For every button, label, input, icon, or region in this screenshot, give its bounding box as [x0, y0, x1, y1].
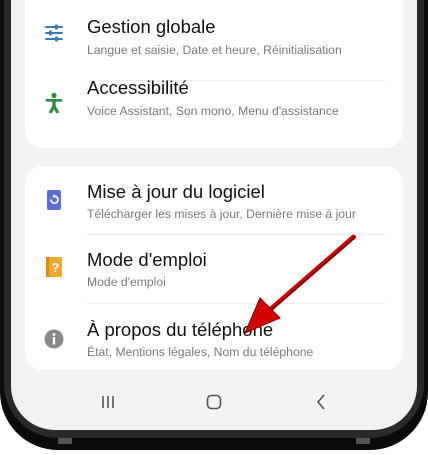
settings-item-title: Mise à jour du logiciel: [87, 181, 265, 202]
svg-text:?: ?: [52, 260, 60, 275]
phone-frame-notch: [356, 438, 370, 444]
settings-item-subtitle: Mode d'emploi: [87, 275, 166, 289]
software-update-icon: [43, 189, 65, 211]
settings-item-general-management[interactable]: Gestion globale Langue et saisie, Date e…: [25, 6, 403, 76]
settings-item-title: Gestion globale: [87, 16, 216, 37]
divider: [87, 303, 385, 304]
accessibility-person-icon: [43, 92, 65, 114]
phone-frame-notch: [58, 438, 72, 444]
settings-card-system: Mise à jour du logiciel Télécharger les …: [25, 166, 403, 370]
settings-screen: Gestion globale Langue et saisie, Date e…: [11, 0, 417, 430]
settings-item-subtitle: État, Mentions légales, Nom du téléphone: [87, 345, 314, 359]
sliders-icon: [43, 22, 65, 44]
recents-icon[interactable]: [93, 390, 123, 414]
settings-item-about-phone[interactable]: À propos du téléphone État, Mentions lég…: [25, 308, 403, 378]
divider: [87, 234, 385, 235]
settings-item-title: À propos du téléphone: [87, 319, 274, 340]
settings-card-general: Gestion globale Langue et saisie, Date e…: [25, 0, 403, 148]
navigation-bar: [11, 382, 417, 422]
settings-item-accessibility[interactable]: Accessibilité Voice Assistant, Son mono,…: [25, 74, 403, 144]
settings-item-subtitle: Voice Assistant, Son mono, Menu d'assist…: [87, 104, 339, 118]
settings-item-subtitle: Langue et saisie, Date et heure, Réiniti…: [87, 43, 342, 57]
user-manual-icon: ?: [43, 256, 65, 278]
settings-item-software-update[interactable]: Mise à jour du logiciel Télécharger les …: [25, 172, 403, 242]
settings-item-title: Mode d'emploi: [87, 249, 207, 270]
home-icon[interactable]: [199, 390, 229, 414]
info-icon: [43, 328, 65, 350]
settings-item-subtitle: Télécharger les mises à jour, Dernière m…: [87, 207, 356, 221]
settings-item-title: Accessibilité: [87, 77, 189, 98]
settings-item-user-manual[interactable]: ? Mode d'emploi Mode d'emploi: [25, 240, 403, 310]
back-icon[interactable]: [306, 390, 336, 414]
